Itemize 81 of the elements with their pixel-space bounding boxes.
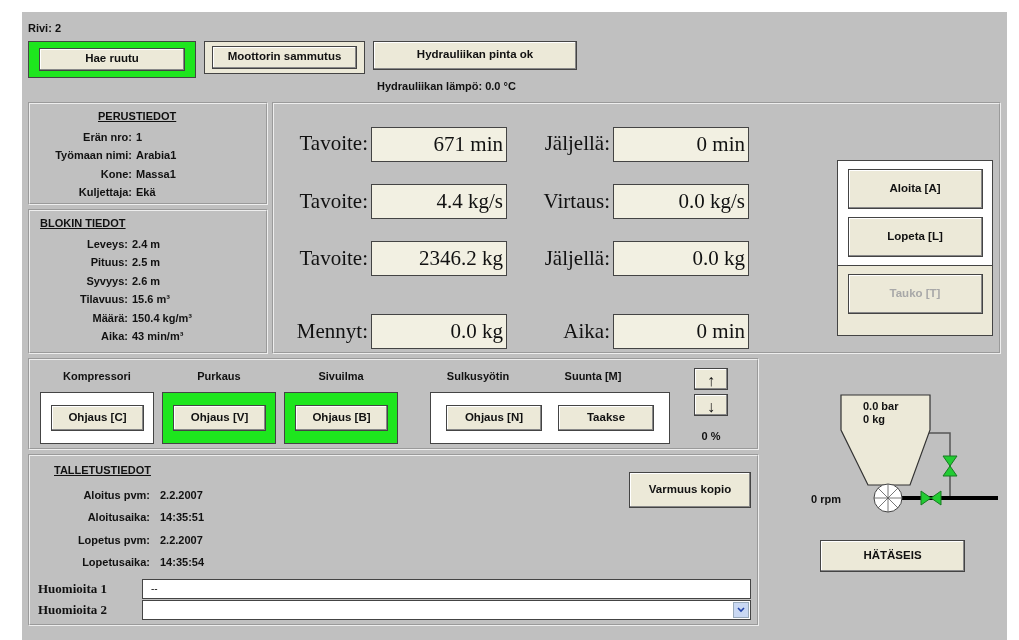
readout-label: Tavoite: (298, 187, 368, 215)
field-value: 2.2.2007 (160, 487, 204, 503)
field-label: Tilavuus: (78, 292, 128, 307)
control-button[interactable]: Ohjaus [C] (51, 405, 144, 431)
field-label: Erän nro: (82, 129, 132, 145)
rotary-feeder-icon (873, 483, 903, 513)
group-label: Sulkusyötin (445, 368, 511, 384)
dropdown-field[interactable] (142, 599, 751, 620)
up-arrow-button[interactable]: ↑ (694, 367, 728, 390)
field-label: Aika: (100, 329, 128, 344)
readout-display: 0.0 kg/s (613, 183, 749, 219)
readout-display: 2346.2 kg (371, 241, 507, 277)
field-value: 150.4 kg/m³ (132, 310, 192, 326)
field-label: Aloitusaika: (86, 510, 150, 525)
chevron-down-icon (733, 601, 749, 618)
readout-display: 0 min (613, 126, 749, 162)
group-label: Sivuilma (318, 368, 364, 384)
field-label: Lopetusaika: (81, 555, 150, 570)
field-value: 2.4 m (132, 236, 162, 252)
field-label: Työmaan nimi: (54, 148, 132, 163)
field-value: Massa1 (136, 166, 177, 182)
readout-label: Tavoite: (298, 130, 368, 158)
field-value: Ekä (136, 185, 157, 200)
temperature-reading: Hydrauliikan lämpö: 0.0 °C (377, 78, 517, 94)
field-value: 1 (136, 129, 144, 145)
field-label: Pituus: (89, 255, 128, 270)
field-value: 14:35:54 (160, 555, 205, 570)
readout-label: Mennyt: (295, 318, 368, 346)
group-label: Purkaus (197, 368, 241, 384)
backup-button[interactable]: Varmuus kopio (629, 472, 751, 508)
row-number-label: Rivi: 2 (28, 21, 62, 36)
group-label: Suunta [M] (563, 368, 623, 384)
command-button[interactable]: Moottorin sammutus (212, 45, 357, 69)
field-value: 2.2.2007 (160, 532, 204, 548)
control-button[interactable]: Ohjaus [B] (295, 405, 388, 431)
field-value: 15.6 m³ (132, 292, 171, 307)
down-arrow-button[interactable]: ↓ (694, 393, 728, 416)
emergency-stop-button[interactable]: HÄTÄSEIS (820, 540, 965, 572)
field-value: Arabia1 (136, 148, 177, 163)
field-value: 2.6 m (132, 273, 162, 289)
field-label: Huomioita 1 (38, 579, 108, 598)
section-title: BLOKIN TIEDOT (40, 216, 127, 231)
field-label: Kuljettaja: (77, 185, 132, 200)
readout-label: Tavoite: (298, 244, 368, 272)
field-label: Kone: (99, 166, 132, 182)
field-label: Leveys: (86, 236, 128, 252)
field-value: 2.5 m (132, 255, 162, 270)
readout-label: Jäljellä: (543, 244, 610, 272)
field-label: Lopetus pvm: (76, 532, 150, 548)
field-label: Aloitus pvm: (82, 487, 150, 503)
field-value: 14:35:51 (160, 510, 205, 525)
readout-display: 671 min (371, 126, 507, 162)
pressure-reading: 0.0 bar (863, 399, 899, 414)
field-label: Syvyys: (85, 273, 128, 289)
text-field[interactable]: -- (142, 578, 751, 599)
percent-reading: 0 % (701, 428, 721, 444)
speed-reading: 0 rpm (811, 492, 841, 507)
section-title: TALLETUSTIEDOT (54, 463, 152, 478)
control-button[interactable]: Lopeta [L] (847, 217, 983, 257)
field-value: 43 min/m³ (132, 329, 185, 344)
readout-label: Virtaus: (542, 187, 610, 215)
readout-display: 0.0 kg (613, 241, 749, 277)
field-value: -- (151, 582, 158, 596)
control-button[interactable]: Aloita [A] (847, 169, 983, 209)
control-button[interactable]: Ohjaus [V] (173, 405, 266, 431)
group-label: Kompressori (63, 368, 131, 384)
readout-label: Aika: (562, 318, 610, 346)
mass-reading: 0 kg (863, 412, 885, 427)
status-button[interactable]: Hydrauliikan pinta ok (373, 40, 577, 70)
section-title: PERUSTIEDOT (98, 109, 178, 124)
field-label: Määrä: (91, 310, 128, 326)
control-button[interactable]: Taakse (558, 405, 654, 431)
valve-icon (920, 490, 942, 506)
command-button[interactable]: Hae ruutu (39, 47, 185, 71)
readout-display: 0 min (613, 314, 749, 350)
valve-icon (942, 455, 958, 477)
field-label: Huomioita 2 (38, 600, 108, 619)
control-button[interactable]: Ohjaus [N] (446, 405, 542, 431)
readout-label: Jäljellä: (543, 130, 610, 158)
readout-display: 0.0 kg (371, 314, 507, 350)
readout-display: 4.4 kg/s (371, 183, 507, 219)
